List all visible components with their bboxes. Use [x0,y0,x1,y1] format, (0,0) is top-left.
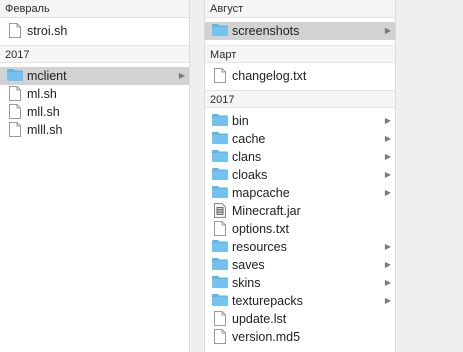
document-icon [9,23,21,38]
item-label: saves [232,258,265,272]
item-label: clans [232,150,262,164]
list-item-ml-sh[interactable]: ml.sh [0,85,189,103]
list-item-resources[interactable]: resources ▶ [205,238,395,256]
item-label: mll.sh [27,105,60,119]
list-item-minecraft-jar[interactable]: Minecraft.jar [205,202,395,220]
right-column: Август screenshots ▶ Март changelog.txt … [205,0,395,352]
list-item-mclient[interactable]: mclient ▶ [0,67,189,85]
list-item-screenshots[interactable]: screenshots ▶ [205,22,395,40]
item-label: resources [232,240,287,254]
chevron-right-icon: ▶ [384,260,391,269]
document-icon [214,68,226,83]
folder-icon [212,24,228,38]
list-item-options-txt[interactable]: options.txt [205,220,395,238]
list-item-cache[interactable]: cache ▶ [205,130,395,148]
chevron-right-icon: ▶ [384,278,391,287]
document-icon [214,329,226,344]
folder-icon [212,276,228,290]
item-label: options.txt [232,222,289,236]
chevron-right-icon: ▶ [384,116,391,125]
group-header: Февраль [0,0,189,18]
list-item-clans[interactable]: clans ▶ [205,148,395,166]
group-header: Март [205,45,395,63]
document-icon [9,104,21,119]
group-header: 2017 [205,90,395,108]
item-label: mapcache [232,186,290,200]
list-item-version-md5[interactable]: version.md5 [205,328,395,346]
document-icon [214,221,226,236]
group-header: Август [205,0,395,18]
item-label: version.md5 [232,330,301,344]
item-label: cache [232,132,266,146]
item-label: mlll.sh [27,123,63,137]
chevron-right-icon: ▶ [384,26,391,35]
list-item-mlll-sh[interactable]: mlll.sh [0,121,189,139]
chevron-right-icon: ▶ [384,242,391,251]
list-item-saves[interactable]: saves ▶ [205,256,395,274]
chevron-right-icon: ▶ [384,134,391,143]
folder-icon [212,132,228,146]
empty-column [395,0,463,352]
document-icon [9,86,21,101]
list-item-bin[interactable]: bin ▶ [205,112,395,130]
item-label: bin [232,114,249,128]
list-item-skins[interactable]: skins ▶ [205,274,395,292]
folder-icon [212,168,228,182]
list-item-texturepacks[interactable]: texturepacks ▶ [205,292,395,310]
group-header: 2017 [0,45,189,63]
chevron-right-icon: ▶ [384,188,391,197]
item-label: stroi.sh [27,24,68,38]
item-label: mclient [27,69,67,83]
item-label: changelog.txt [232,69,307,83]
list-item-cloaks[interactable]: cloaks ▶ [205,166,395,184]
folder-icon [7,69,23,83]
list-item-mll-sh[interactable]: mll.sh [0,103,189,121]
item-label: screenshots [232,24,300,38]
list-item-mapcache[interactable]: mapcache ▶ [205,184,395,202]
document-icon [9,122,21,137]
list-item-update-lst[interactable]: update.lst [205,310,395,328]
folder-icon [212,240,228,254]
item-label: Minecraft.jar [232,204,301,218]
list-item-stroi-sh[interactable]: stroi.sh [0,22,189,40]
chevron-right-icon: ▶ [178,71,185,80]
chevron-right-icon: ▶ [384,296,391,305]
column-divider[interactable] [189,0,205,352]
chevron-right-icon: ▶ [384,152,391,161]
document-icon [214,311,226,326]
folder-icon [212,294,228,308]
item-label: skins [232,276,261,290]
item-label: cloaks [232,168,268,182]
item-label: ml.sh [27,87,57,101]
chevron-right-icon: ▶ [384,170,391,179]
item-label: texturepacks [232,294,303,308]
list-item-changelog[interactable]: changelog.txt [205,67,395,85]
folder-icon [212,150,228,164]
item-label: update.lst [232,312,287,326]
folder-icon [212,114,228,128]
left-column: Февраль stroi.sh 2017 mclient ▶ ml.sh ml… [0,0,189,352]
folder-icon [212,186,228,200]
jar-file-icon [214,203,226,218]
folder-icon [212,258,228,272]
